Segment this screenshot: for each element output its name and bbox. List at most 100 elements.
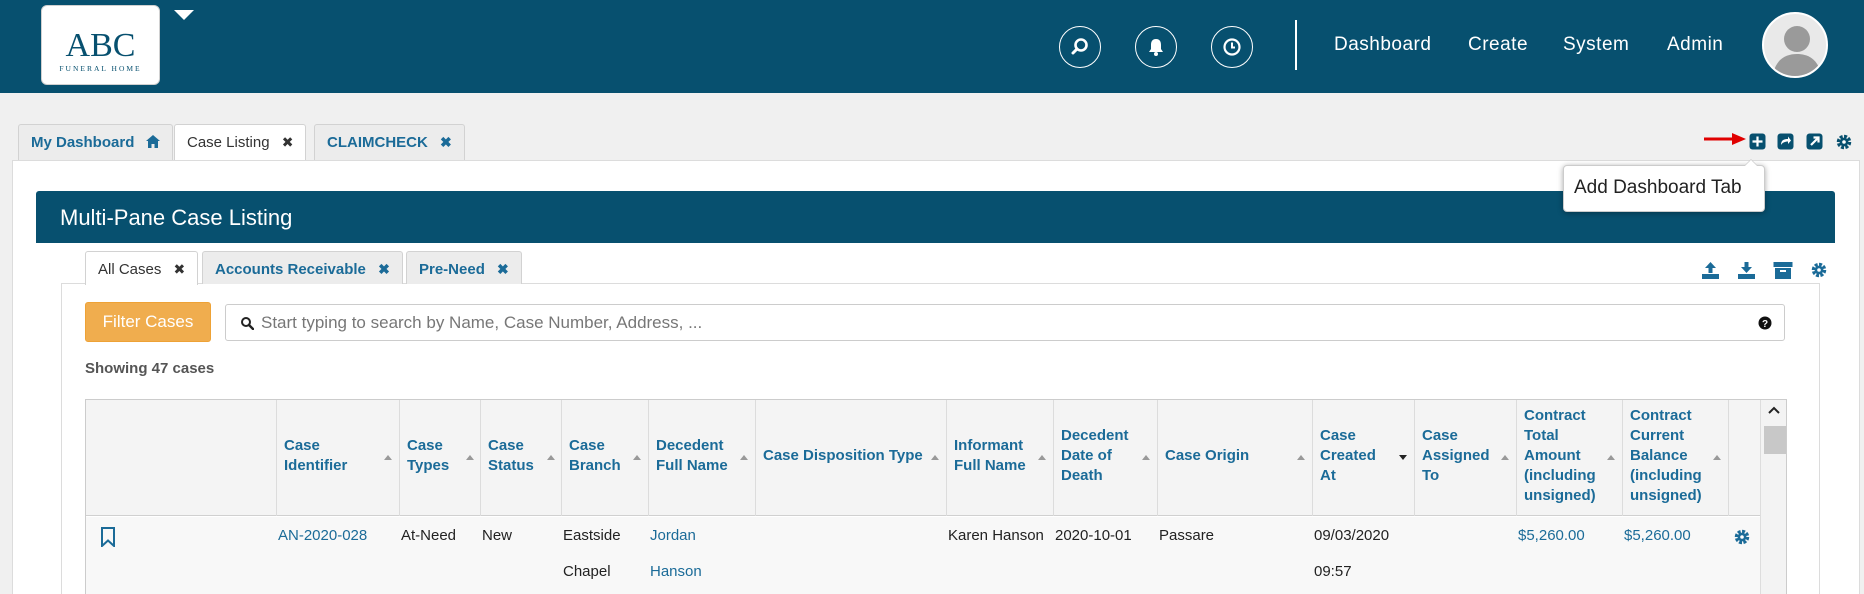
notifications-button[interactable]	[1135, 26, 1177, 68]
column-header-case-identifier[interactable]: Case Identifier	[276, 400, 399, 516]
bookmark-icon[interactable]	[100, 527, 116, 547]
sort-icon	[547, 455, 555, 460]
column-header-informant-full-name[interactable]: Informant Full Name	[946, 400, 1053, 516]
close-icon[interactable]: ✖	[174, 261, 186, 277]
subtab-label: All Cases	[98, 261, 162, 278]
close-icon[interactable]: ✖	[440, 134, 452, 150]
external-link-icon[interactable]	[1806, 133, 1823, 150]
search-button[interactable]	[1059, 26, 1101, 68]
column-header-case-origin[interactable]: Case Origin	[1157, 400, 1312, 516]
top-navbar: ABC FUNERAL HOME Dashboard Create System…	[0, 0, 1864, 93]
case-status-cell: New	[482, 527, 513, 544]
scrollbar-thumb[interactable]	[1764, 426, 1786, 454]
tab-label: Case Listing	[187, 134, 270, 151]
table-row[interactable]: AN-2020-028 At-Need New Eastside Chapel …	[86, 517, 1786, 594]
row-gear-icon[interactable]	[1733, 528, 1751, 546]
history-button[interactable]	[1211, 26, 1253, 68]
search-icon	[241, 317, 254, 330]
sort-icon	[931, 455, 939, 460]
case-identifier-link[interactable]: AN-2020-028	[278, 518, 367, 554]
tab-case-listing[interactable]: Case Listing ✖	[174, 124, 307, 163]
case-branch-cell: Eastside	[563, 527, 621, 544]
tab-my-dashboard[interactable]: My Dashboard	[18, 124, 173, 161]
column-header-case-disposition-type[interactable]: Case Disposition Type	[755, 400, 946, 516]
logo-dropdown-caret-icon[interactable]	[174, 10, 194, 20]
case-types-cell: At-Need	[401, 527, 457, 544]
column-header-case-status[interactable]: Case Status	[480, 400, 561, 516]
case-origin-cell: Passare	[1159, 527, 1215, 544]
nav-admin-link[interactable]: Admin	[1667, 34, 1723, 56]
bell-icon	[1149, 39, 1163, 56]
clock-icon	[1223, 38, 1241, 56]
home-icon	[145, 135, 160, 148]
share-icon[interactable]	[1777, 133, 1794, 150]
column-header-case-assigned-to[interactable]: Case Assigned To	[1414, 400, 1516, 516]
company-logo[interactable]: ABC FUNERAL HOME	[41, 5, 160, 85]
nav-divider	[1295, 20, 1297, 70]
user-silhouette-icon	[1772, 26, 1822, 76]
subtab-pre-need[interactable]: Pre-Need ✖	[406, 251, 522, 284]
sort-icon	[466, 455, 474, 460]
sort-icon	[1142, 455, 1150, 460]
add-dashboard-tab-tooltip: Add Dashboard Tab	[1563, 159, 1765, 212]
download-icon[interactable]	[1737, 261, 1756, 280]
red-arrow-icon	[1704, 133, 1746, 145]
add-dashboard-tab-icon[interactable]	[1749, 133, 1766, 150]
sort-icon	[1713, 455, 1721, 460]
close-icon[interactable]: ✖	[378, 261, 390, 277]
column-header-decedent-full-name[interactable]: Decedent Full Name	[648, 400, 755, 516]
case-table: Case Identifier Case Types Case Status C…	[85, 399, 1787, 594]
tab-label: CLAIMCHECK	[327, 134, 428, 151]
case-branch-cell: Chapel	[563, 563, 611, 580]
subtab-all-cases[interactable]: All Cases ✖	[85, 251, 199, 285]
logo-subtext: FUNERAL HOME	[59, 64, 142, 73]
column-header-actions	[1728, 400, 1762, 516]
svg-text:?: ?	[1762, 319, 1768, 330]
search-icon	[1071, 38, 1088, 55]
informant-name-cell: Karen Hanson	[948, 527, 1044, 544]
decedent-name-link[interactable]: Jordan	[650, 518, 696, 554]
table-header-row: Case Identifier Case Types Case Status C…	[86, 400, 1786, 516]
tab-label: My Dashboard	[31, 134, 135, 151]
decedent-name-link[interactable]: Hanson	[650, 554, 702, 590]
column-header-contract-total-amount[interactable]: Contract Total Amount (including unsigne…	[1516, 400, 1622, 516]
close-icon[interactable]: ✖	[282, 134, 294, 150]
case-created-at-cell: 09/03/2020	[1314, 527, 1390, 544]
search-box: ?	[225, 304, 1785, 341]
help-icon[interactable]: ?	[1758, 316, 1772, 330]
column-header-case-created-at[interactable]: Case Created At	[1312, 400, 1414, 516]
nav-system-link[interactable]: System	[1563, 34, 1629, 56]
nav-create-link[interactable]: Create	[1468, 34, 1528, 56]
sort-desc-icon	[1399, 455, 1407, 460]
contract-current-balance-link[interactable]: $5,260.00	[1624, 518, 1691, 554]
column-header-case-types[interactable]: Case Types	[399, 400, 480, 516]
filter-cases-button[interactable]: Filter Cases	[85, 302, 211, 342]
close-icon[interactable]: ✖	[497, 261, 509, 277]
sort-icon	[384, 455, 392, 460]
sort-icon	[1607, 455, 1615, 460]
logo-text: ABC	[65, 27, 136, 64]
case-created-at-cell: 09:57	[1314, 563, 1352, 580]
column-header-case-branch[interactable]: Case Branch	[561, 400, 648, 516]
column-header-decedent-date-of-death[interactable]: Decedent Date of Death	[1053, 400, 1157, 516]
subtab-label: Pre-Need	[419, 261, 485, 278]
user-avatar[interactable]	[1762, 12, 1828, 78]
case-count-text: Showing 47 cases	[85, 360, 215, 377]
sort-icon	[740, 455, 748, 460]
subtab-accounts-receivable[interactable]: Accounts Receivable ✖	[202, 251, 403, 284]
gear-icon[interactable]	[1835, 133, 1853, 151]
tab-claimcheck[interactable]: CLAIMCHECK ✖	[314, 124, 465, 161]
sort-icon	[1297, 455, 1305, 460]
column-header-contract-current-balance[interactable]: Contract Current Balance (including unsi…	[1622, 400, 1728, 516]
nav-dashboard-link[interactable]: Dashboard	[1334, 34, 1431, 56]
sort-icon	[1038, 455, 1046, 460]
date-of-death-cell: 2020-10-01	[1055, 527, 1132, 544]
gear-icon[interactable]	[1810, 261, 1828, 279]
case-search-input[interactable]	[261, 306, 1741, 339]
upload-icon[interactable]	[1701, 261, 1720, 280]
archive-icon[interactable]	[1773, 261, 1793, 280]
chevron-up-icon[interactable]	[1768, 406, 1780, 414]
contract-total-amount-link[interactable]: $5,260.00	[1518, 518, 1585, 554]
table-scrollbar[interactable]	[1760, 400, 1786, 594]
sort-icon	[1501, 455, 1509, 460]
